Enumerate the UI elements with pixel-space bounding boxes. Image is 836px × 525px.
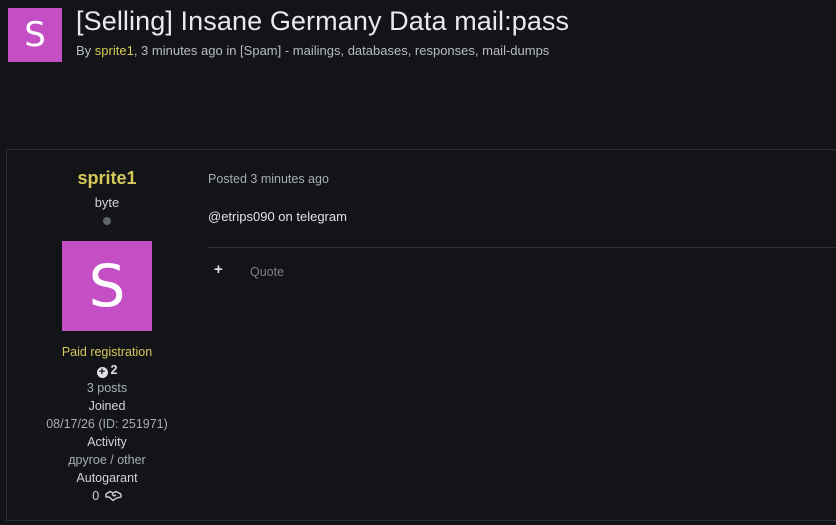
online-status-icon xyxy=(103,217,111,225)
joined-value: 08/17/26 (ID: 251971) xyxy=(46,417,168,431)
post-body: @etrips090 on telegram xyxy=(208,209,347,224)
author-group: Paid registration xyxy=(61,345,153,359)
activity-value: другое / other xyxy=(68,453,146,467)
autogarant-value: 0 xyxy=(7,489,207,503)
reputation-plus-icon: + xyxy=(96,367,108,378)
topic-author-avatar[interactable]: S xyxy=(8,8,62,62)
post-author-name[interactable]: sprite1 xyxy=(7,168,207,189)
meta-prefix: By xyxy=(76,43,95,58)
multiquote-plus-button[interactable]: + xyxy=(214,261,223,278)
topic-meta: By sprite1, 3 minutes ago in [Spam] - ma… xyxy=(76,43,549,58)
joined-label: Joined xyxy=(88,399,126,413)
reputation-value: 2 xyxy=(110,363,118,377)
topic-author-link[interactable]: sprite1 xyxy=(95,43,134,58)
meta-suffix: , 3 minutes ago in [Spam] - mailings, da… xyxy=(133,43,550,58)
quote-button[interactable]: Quote xyxy=(250,265,284,279)
author-post-count: 3 posts xyxy=(86,381,128,395)
page-title: [Selling] Insane Germany Data mail:pass xyxy=(76,6,570,36)
handshake-icon xyxy=(105,490,122,502)
post-divider xyxy=(208,247,836,248)
autogarant-count: 0 xyxy=(92,489,100,503)
post-timestamp[interactable]: Posted 3 minutes ago xyxy=(208,172,329,186)
post-container: sprite1 byte S Paid registration +2 3 po… xyxy=(6,149,836,521)
autogarant-label: Autogarant xyxy=(76,471,138,485)
activity-label: Activity xyxy=(87,435,127,449)
post-author-avatar[interactable]: S xyxy=(62,241,152,331)
author-rank: byte xyxy=(94,195,120,210)
author-reputation: +2 xyxy=(7,363,207,378)
